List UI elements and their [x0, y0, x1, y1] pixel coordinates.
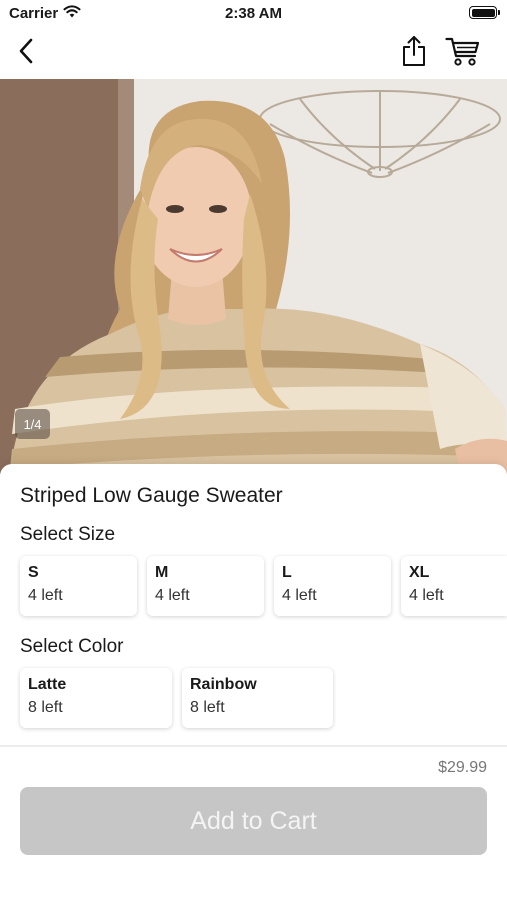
size-option-stock: 4 left — [282, 587, 317, 604]
share-icon — [401, 35, 427, 72]
gallery-page-indicator: 1/4 — [15, 409, 50, 439]
divider — [0, 745, 507, 747]
product-photo — [0, 79, 507, 474]
color-option-rainbow[interactable]: Rainbow 8 left — [182, 668, 333, 728]
size-option-name: M — [155, 564, 169, 581]
status-bar: Carrier 2:38 AM — [0, 0, 507, 28]
share-button[interactable] — [396, 34, 432, 72]
color-option-stock: 8 left — [28, 699, 63, 716]
add-to-cart-button[interactable]: Add to Cart — [20, 787, 487, 855]
size-option-name: XL — [409, 564, 430, 581]
size-option-name: S — [28, 564, 39, 581]
product-title: Striped Low Gauge Sweater — [20, 484, 283, 507]
status-time: 2:38 AM — [225, 5, 282, 22]
product-image-gallery[interactable]: 1/4 — [0, 79, 507, 474]
chevron-left-icon — [17, 38, 35, 69]
back-button[interactable] — [10, 36, 42, 70]
product-detail-sheet: Striped Low Gauge Sweater Select Size S … — [0, 464, 507, 900]
color-option-stock: 8 left — [190, 699, 225, 716]
color-option-name: Latte — [28, 676, 67, 693]
size-option-stock: 4 left — [28, 587, 63, 604]
size-option-name: L — [282, 564, 292, 581]
cart-button[interactable] — [442, 34, 484, 72]
shopping-cart-icon — [445, 36, 481, 71]
product-price: $29.99 — [438, 759, 487, 776]
size-option-stock: 4 left — [155, 587, 190, 604]
size-option-s[interactable]: S 4 left — [20, 556, 137, 616]
select-color-label: Select Color — [20, 636, 124, 657]
battery-icon — [469, 6, 500, 19]
select-size-label: Select Size — [20, 524, 116, 545]
size-option-stock: 4 left — [409, 587, 444, 604]
navigation-bar — [0, 28, 507, 78]
size-option-xl[interactable]: XL 4 left — [401, 556, 507, 616]
size-option-m[interactable]: M 4 left — [147, 556, 264, 616]
size-option-l[interactable]: L 4 left — [274, 556, 391, 616]
color-option-latte[interactable]: Latte 8 left — [20, 668, 172, 728]
color-option-name: Rainbow — [190, 676, 257, 693]
